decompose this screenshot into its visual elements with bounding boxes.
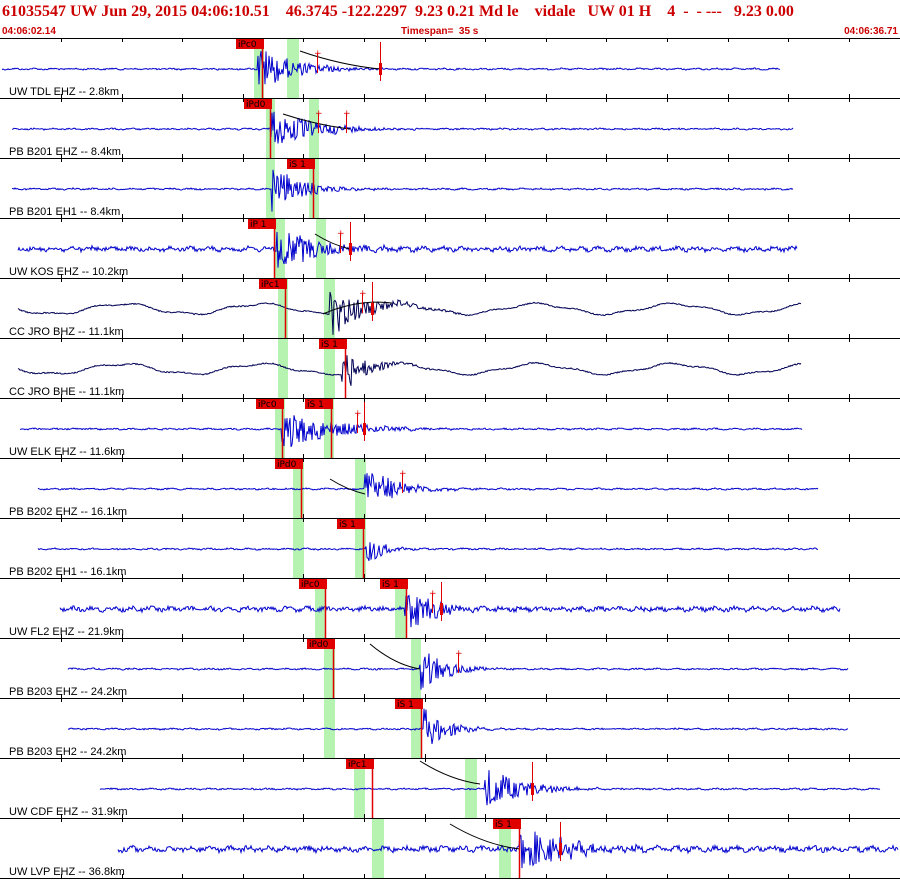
amplitude-marker: [379, 63, 382, 75]
pick-label: iS 1: [339, 520, 356, 530]
station-label: UW TDL EHZ -- 2.8km: [9, 86, 119, 98]
pick-label: iPc1: [348, 760, 367, 770]
amplitude-plus-marker: +: [399, 469, 407, 479]
station-label: PB B202 EH1 -- 16.1km: [9, 566, 126, 578]
amplitude-marker: [371, 303, 374, 315]
station-label: UW CDF EHZ -- 31.9km: [9, 806, 128, 818]
pick-label: iPc0: [238, 40, 257, 50]
amplitude-plus-marker: +: [455, 649, 463, 659]
station-label: PB B201 EHZ -- 8.4km: [9, 146, 121, 158]
pick-label: iPc0: [258, 400, 277, 410]
event-summary-title: 61035547 UW Jun 29, 2015 04:06:10.51 46.…: [2, 3, 794, 20]
pick-label: iS 1: [382, 580, 399, 590]
amplitude-plus-marker: +: [359, 289, 367, 299]
amplitude-plus-marker: +: [354, 409, 362, 419]
seismogram-panel[interactable]: + iPc0 UW TDL EHZ -- 2.8km + + iPd0 PB B201 EH…: [0, 38, 900, 880]
p-arrival-window: [293, 518, 304, 578]
amplitude-marker: [559, 843, 562, 855]
seismogram-viewer: 61035547 UW Jun 29, 2015 04:06:10.51 46.…: [0, 0, 900, 880]
pick-label: iPd0: [246, 100, 266, 110]
station-label: PB B202 EHZ -- 16.1km: [9, 506, 127, 518]
amplitude-plus-marker: +: [429, 589, 437, 599]
s-arrival-window: [465, 758, 477, 818]
pick-label: iS 1: [495, 820, 512, 830]
station-label: PB B201 EH1 -- 8.4km: [9, 206, 120, 218]
pick-label: iS 1: [307, 400, 324, 410]
station-label: CC JRO BHE -- 11.1km: [9, 386, 124, 398]
station-label: PB B203 EH2 -- 24.2km: [9, 746, 126, 758]
timespan-label: Timespan= 35 s: [401, 26, 479, 37]
pick-label: iS 1: [321, 340, 338, 350]
station-label: PB B203 EHZ -- 24.2km: [9, 686, 127, 698]
station-label: UW KOS EHZ -- 10.2km: [9, 266, 128, 278]
amplitude-plus-marker: +: [315, 109, 323, 119]
pick-label: iS 1: [397, 700, 414, 710]
amplitude-marker: [349, 243, 352, 255]
start-time: 04:06:02.14: [2, 26, 56, 37]
amplitude-marker: [440, 603, 443, 615]
amplitude-plus-marker: +: [343, 109, 351, 119]
pick-label: iP 1: [250, 220, 267, 230]
station-label: CC JRO BHZ -- 11.1km: [9, 326, 124, 338]
amplitude-marker: [363, 423, 366, 435]
end-time: 04:06:36.71: [844, 26, 898, 37]
p-arrival-window: [372, 818, 384, 878]
p-arrival-window: [266, 158, 275, 218]
pick-label: iPd0: [309, 640, 329, 650]
station-label: UW LVP EHZ -- 36.8km: [9, 866, 125, 878]
pick-label: iPd0: [277, 460, 297, 470]
amplitude-marker: [531, 783, 534, 795]
amplitude-plus-marker: +: [337, 229, 345, 239]
amplitude-plus-marker: +: [314, 49, 322, 59]
pick-label: iPc1: [261, 280, 280, 290]
pick-label: iPc0: [301, 580, 320, 590]
station-label: UW FL2 EHZ -- 21.9km: [9, 626, 124, 638]
pick-label: iS 1: [289, 160, 306, 170]
station-label: UW ELK EHZ -- 11.6km: [9, 446, 125, 458]
